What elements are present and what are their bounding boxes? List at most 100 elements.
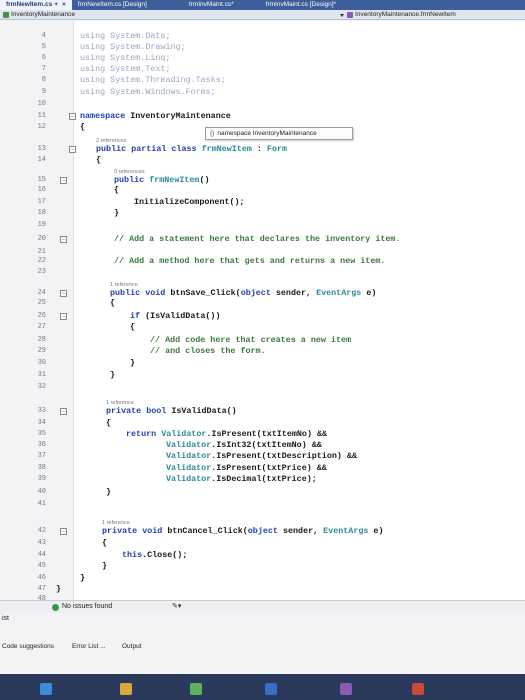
app-icon[interactable] <box>40 683 52 695</box>
line-number: 24 <box>37 289 46 297</box>
line-number: 42 <box>37 527 46 535</box>
line-number: 37 <box>37 452 46 460</box>
bottom-panel: ist Code suggestions Error List ... Outp… <box>0 613 525 650</box>
line-number: 6 <box>41 54 46 62</box>
tab-error-list[interactable]: Error List ... <box>72 643 106 650</box>
tab-frmnewitem-cs[interactable]: frmNewItem.cs + × <box>0 0 72 10</box>
code-line[interactable]: { <box>110 298 115 308</box>
navigation-bar: InventoryMaintenance InventoryMaintenanc… <box>0 10 525 20</box>
member-dropdown[interactable]: InventoryMaintenance.frmNewItem <box>340 10 456 20</box>
code-line[interactable]: // and closes the form. <box>150 346 266 356</box>
line-number: 40 <box>37 488 46 496</box>
code-line[interactable]: Validator.IsPresent(txtPrice) && <box>166 463 327 473</box>
issues-status[interactable]: No issues found <box>62 601 112 613</box>
line-number: 41 <box>37 500 46 508</box>
code-line[interactable]: namespace InventoryMaintenance <box>80 111 231 121</box>
code-line[interactable]: private bool IsValidData() <box>106 406 237 416</box>
code-line[interactable]: using System.Drawing; <box>80 42 186 52</box>
tab-frminvmaint-cs[interactable]: frmInvMaint.cs* <box>183 0 240 10</box>
line-number: 13 <box>37 145 46 153</box>
code-line[interactable]: // Add a statement here that declares th… <box>114 234 400 244</box>
pin-icon[interactable]: + <box>54 1 58 8</box>
tooltip-text: namespace InventoryMaintenance <box>217 130 317 137</box>
app-icon[interactable] <box>412 683 424 695</box>
line-number: 45 <box>37 562 46 570</box>
line-number: 43 <box>37 539 46 547</box>
code-line[interactable]: InitializeComponent(); <box>134 197 245 207</box>
browser-icon[interactable] <box>265 683 277 695</box>
csharp-project-icon <box>3 12 9 18</box>
line-number: 33 <box>37 407 46 415</box>
code-line[interactable]: // Add a method here that gets and retur… <box>114 256 385 266</box>
app-icon[interactable] <box>190 683 202 695</box>
code-line[interactable]: if (IsValidData()) <box>130 311 220 321</box>
line-number: 12 <box>37 123 46 131</box>
collapse-icon[interactable]: − <box>60 177 67 184</box>
code-line[interactable]: } <box>114 208 119 218</box>
line-number: 30 <box>37 359 46 367</box>
collapse-icon[interactable]: − <box>60 236 67 243</box>
tab-output[interactable]: Output <box>122 643 142 650</box>
code-line[interactable]: { <box>106 418 111 428</box>
line-number: 19 <box>37 221 46 229</box>
line-number: 10 <box>37 100 46 108</box>
line-number: 25 <box>37 299 46 307</box>
code-line[interactable]: } <box>102 561 107 571</box>
code-line[interactable]: { <box>114 185 119 195</box>
collapse-icon[interactable]: − <box>69 146 76 153</box>
line-number: 9 <box>41 88 46 96</box>
line-number: 17 <box>37 198 46 206</box>
code-line[interactable]: public void btnSave_Click(object sender,… <box>110 288 376 298</box>
brush-icon[interactable]: ✎▾ <box>172 601 181 613</box>
code-line[interactable]: } <box>110 370 115 380</box>
tab-code-suggestions[interactable]: Code suggestions <box>2 643 54 650</box>
visual-studio-icon[interactable] <box>340 683 352 695</box>
code-line[interactable]: using System.Windows.Forms; <box>80 87 216 97</box>
line-number: 32 <box>37 383 46 391</box>
code-line[interactable]: { <box>80 122 85 132</box>
tab-frmnewitem-design[interactable]: frmNewItem.cs [Design] <box>72 0 153 10</box>
collapse-icon[interactable]: − <box>69 113 76 120</box>
namespace-icon: {} <box>210 130 215 137</box>
project-label: InventoryMaintenance <box>11 11 75 18</box>
code-line[interactable]: Validator.IsDecimal(txtPrice); <box>166 474 317 484</box>
project-dropdown[interactable]: InventoryMaintenance <box>3 10 75 20</box>
code-line[interactable]: Validator.IsPresent(txtDescription) && <box>166 451 357 461</box>
code-line[interactable]: } <box>130 358 135 368</box>
code-line[interactable]: // Add code here that creates a new item <box>150 335 351 345</box>
collapse-icon[interactable]: − <box>60 408 67 415</box>
code-line[interactable]: public partial class frmNewItem : Form <box>96 144 287 154</box>
check-circle-icon <box>52 604 59 611</box>
code-line[interactable]: using System.Text; <box>80 64 170 74</box>
line-number: 5 <box>41 43 46 51</box>
line-number: 16 <box>37 186 46 194</box>
code-line[interactable]: } <box>56 584 61 594</box>
tab-frminvmaint-design[interactable]: frmInvMaint.cs [Design]* <box>260 0 342 10</box>
tab-label: frmNewItem.cs <box>6 1 53 8</box>
class-icon <box>347 12 353 18</box>
code-line[interactable]: { <box>130 322 135 332</box>
code-line[interactable]: this.Close(); <box>122 550 187 560</box>
namespace-tooltip: {} namespace InventoryMaintenance <box>205 127 353 140</box>
code-line[interactable]: } <box>80 573 85 583</box>
code-line[interactable]: using System.Data; <box>80 31 170 41</box>
close-icon[interactable]: × <box>62 1 66 8</box>
code-line[interactable]: { <box>96 155 101 165</box>
code-line[interactable]: { <box>102 538 107 548</box>
line-number: 18 <box>37 209 46 217</box>
line-number: 39 <box>37 475 46 483</box>
code-line[interactable]: private void btnCancel_Click(object send… <box>102 526 383 536</box>
folder-icon[interactable] <box>120 683 132 695</box>
collapse-icon[interactable]: − <box>60 290 67 297</box>
code-line[interactable]: using System.Threading.Tasks; <box>80 75 226 85</box>
document-tab-bar: frmNewItem.cs + × frmNewItem.cs [Design] f… <box>0 0 525 10</box>
code-line[interactable]: } <box>106 487 111 497</box>
code-line[interactable]: public frmNewItem() <box>114 175 210 185</box>
line-number: 35 <box>37 430 46 438</box>
code-line[interactable]: Validator.IsInt32(txtItemNo) && <box>166 440 322 450</box>
editor-status-bar: No issues found ✎▾ <box>0 600 525 613</box>
code-line[interactable]: using System.Linq; <box>80 53 170 63</box>
code-line[interactable]: return Validator.IsPresent(txtItemNo) && <box>126 429 327 439</box>
collapse-icon[interactable]: − <box>60 528 67 535</box>
collapse-icon[interactable]: − <box>60 313 67 320</box>
